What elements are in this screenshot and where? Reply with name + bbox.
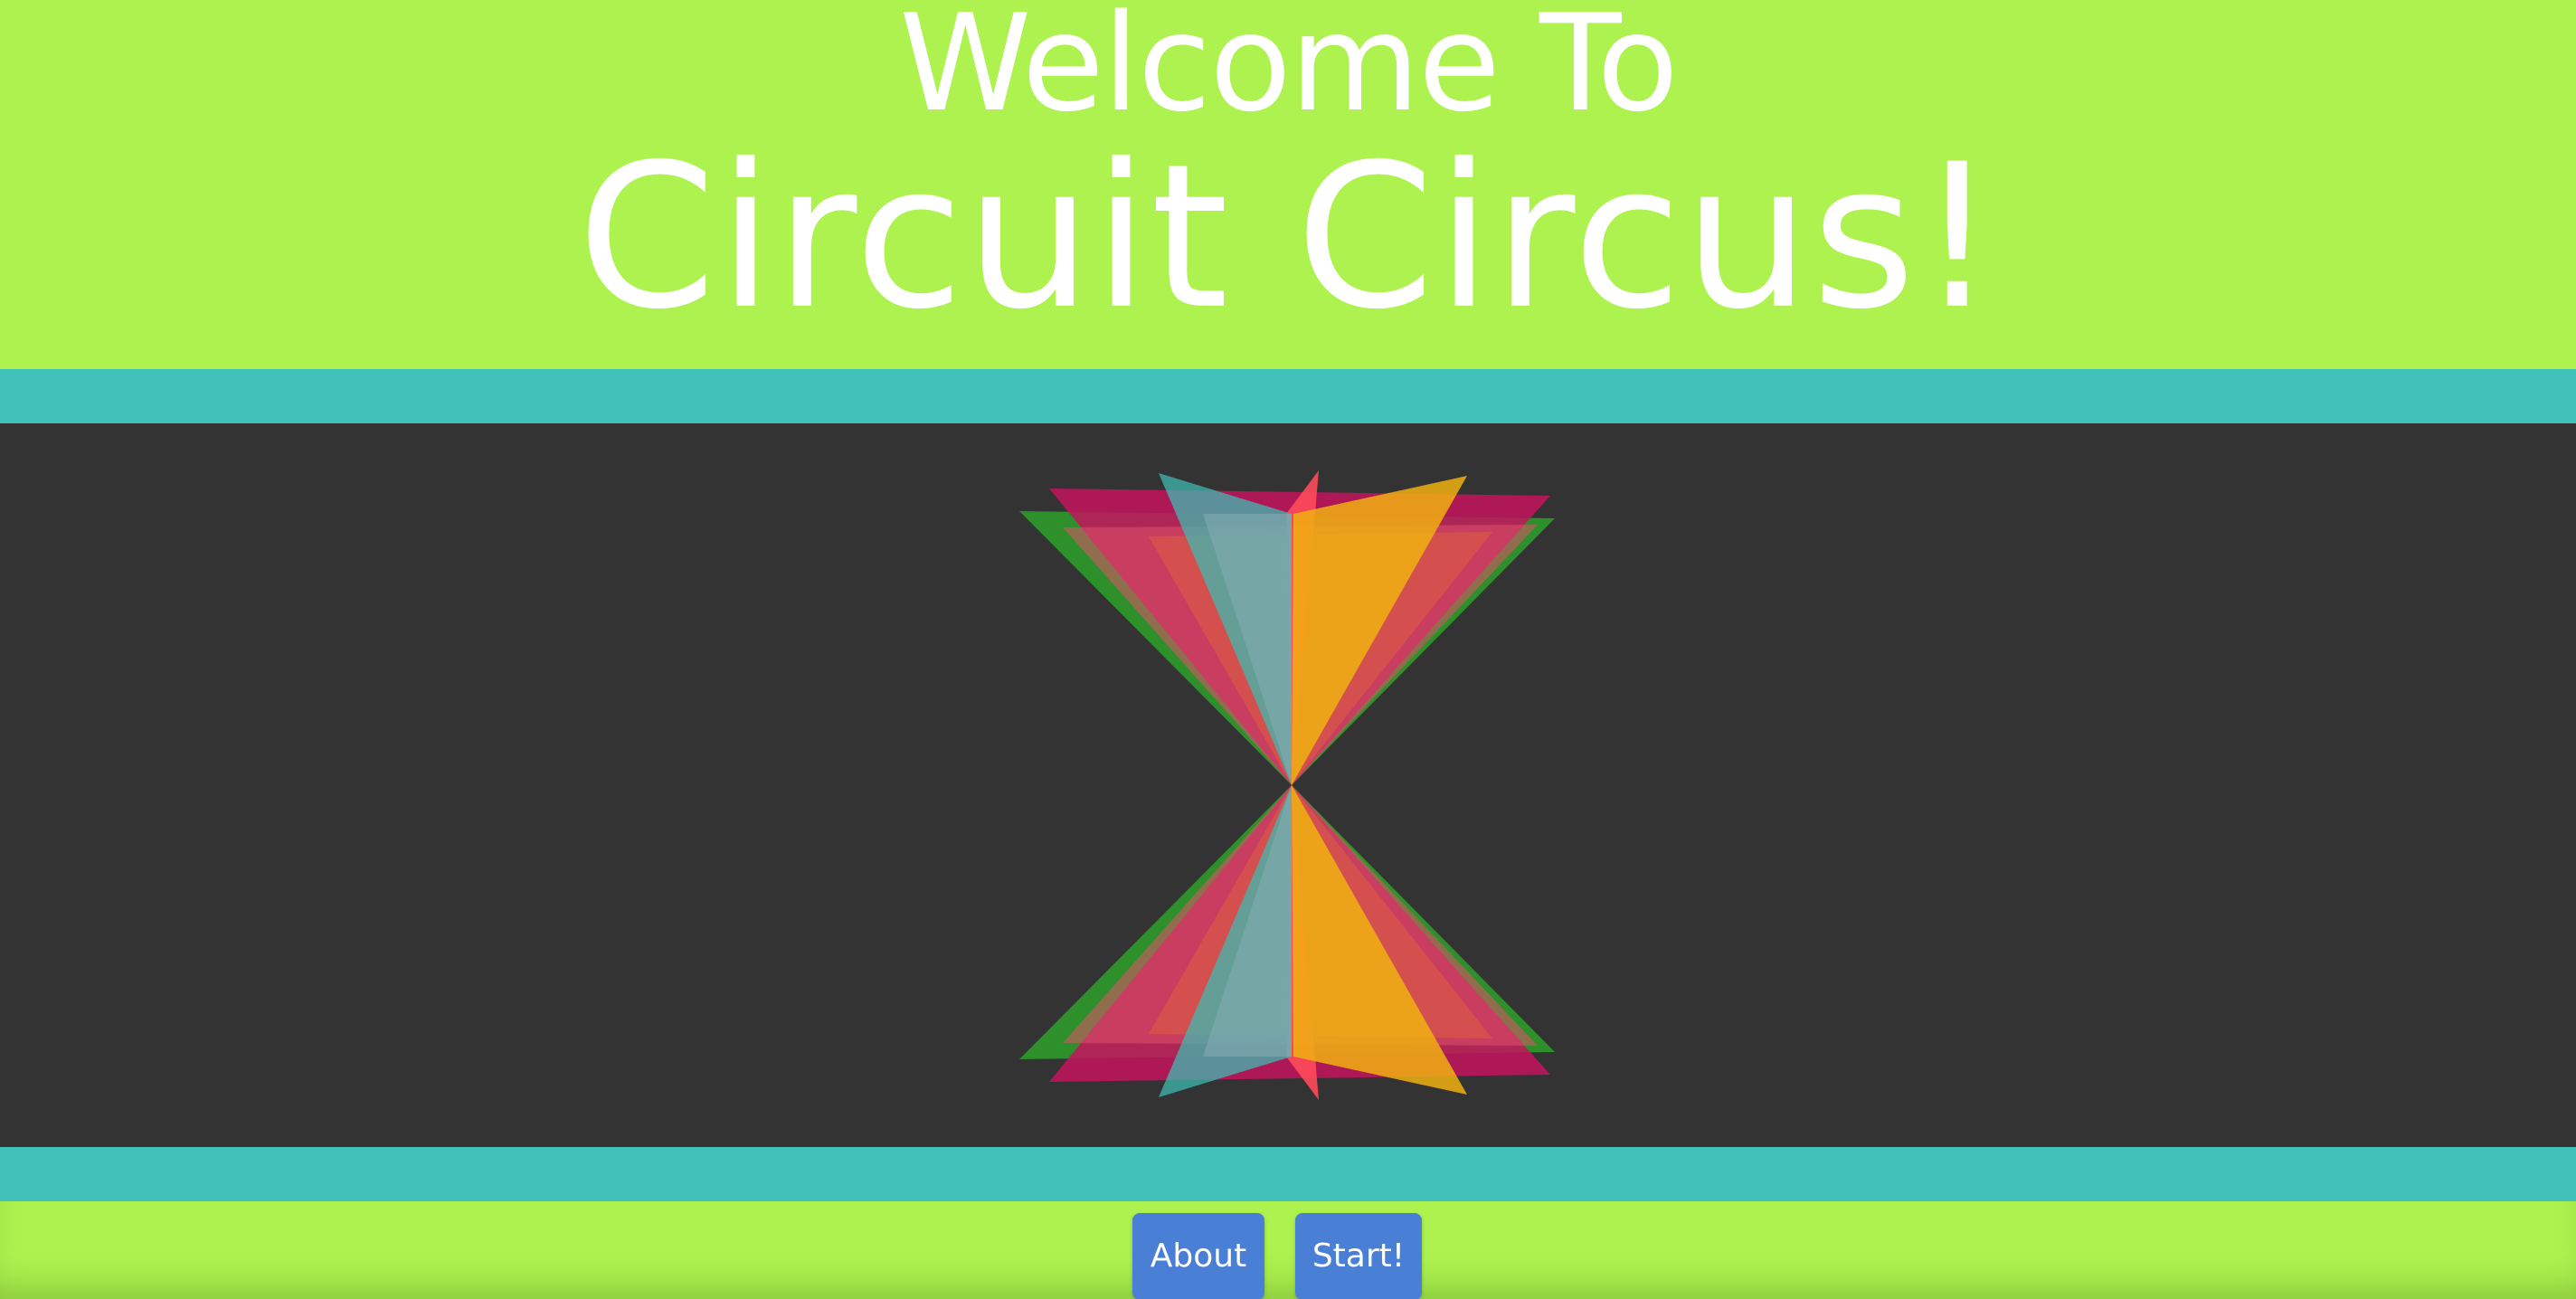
hourglass-graphic	[1019, 470, 1555, 1100]
about-button[interactable]: About	[1132, 1213, 1264, 1299]
page: Welcome To Circuit Circus! About Start!	[0, 0, 2576, 1299]
bottom-stripe	[0, 1147, 2576, 1201]
start-button[interactable]: Start!	[1295, 1213, 1422, 1299]
header: Welcome To Circuit Circus!	[0, 0, 2576, 369]
footer: About Start!	[0, 1201, 2576, 1299]
hourglass-triangles	[1019, 470, 1555, 1100]
page-title: Circuit Circus!	[577, 121, 1999, 353]
welcome-heading: Welcome To	[899, 0, 1679, 141]
top-stripe	[0, 369, 2576, 423]
animation-stage	[0, 423, 2576, 1147]
